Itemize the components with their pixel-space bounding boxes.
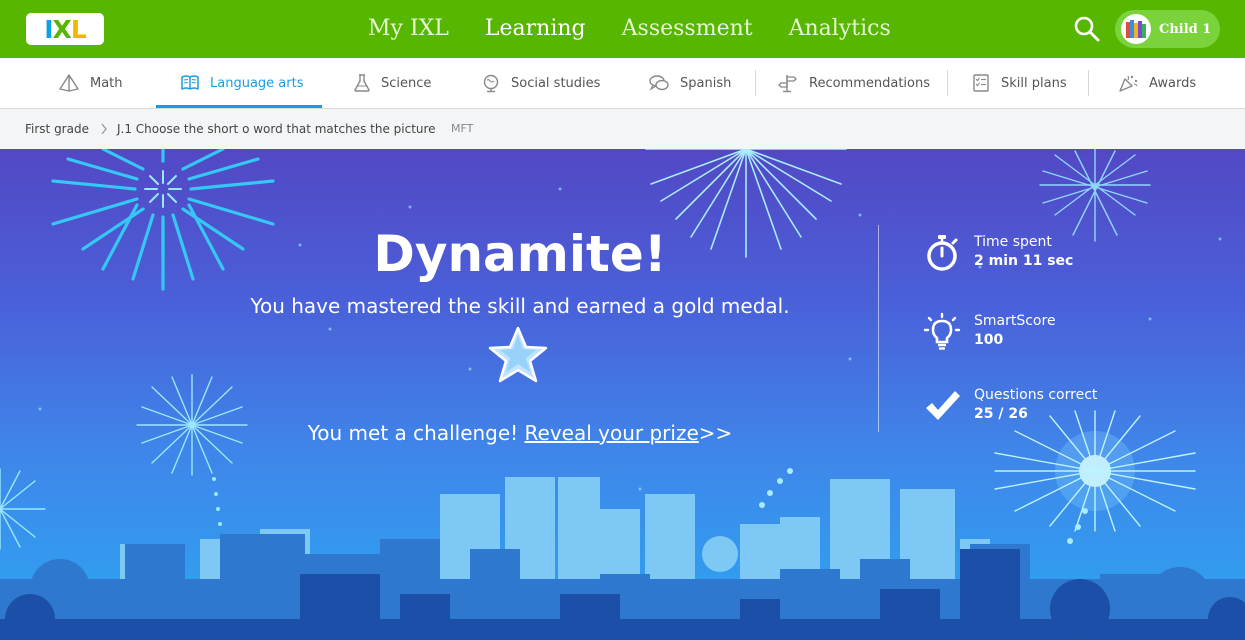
stat-text: Time spent 2 min 11 sec xyxy=(974,233,1073,271)
checklist-icon xyxy=(973,74,989,92)
book-icon xyxy=(181,75,199,90)
speech-bubbles-icon xyxy=(649,75,669,91)
stat-text: SmartScore 100 xyxy=(974,312,1056,350)
stat-label: SmartScore xyxy=(974,313,1056,329)
stat-label: Time spent xyxy=(974,234,1052,250)
stopwatch-icon xyxy=(927,235,958,271)
stat-value: 2 min 11 sec xyxy=(974,253,1074,269)
nav-assessment[interactable]: Assessment xyxy=(604,0,771,58)
subject-tab-science[interactable]: Science xyxy=(353,58,431,108)
star-medal-icon xyxy=(488,326,548,383)
globe-icon xyxy=(483,74,499,93)
subject-tab-spanish[interactable]: Spanish xyxy=(648,58,731,108)
challenge-text: You met a challenge! xyxy=(307,421,519,445)
stats-divider xyxy=(878,225,879,432)
main-nav: My IXL Learning Assessment Analytics xyxy=(350,0,909,58)
reveal-prize-link[interactable]: Reveal your prize xyxy=(525,421,699,445)
search-button[interactable] xyxy=(1072,14,1102,44)
subject-label: Spanish xyxy=(680,75,732,91)
challenge-line: You met a challenge! Reveal your prize>> xyxy=(250,421,790,445)
top-navigation-bar: IXL My IXL Learning Assessment Analytics… xyxy=(0,0,1245,58)
stat-label: Questions correct xyxy=(974,387,1098,403)
magnifier-icon xyxy=(1074,16,1100,42)
nav-analytics[interactable]: Analytics xyxy=(771,0,909,58)
celebration-panel: Dynamite! You have mastered the skill an… xyxy=(0,149,1245,640)
subject-label: Language arts xyxy=(210,75,304,91)
flask-icon xyxy=(354,74,370,92)
skill-code: MFT xyxy=(451,122,474,135)
celebration-headline: Dynamite! xyxy=(373,225,667,283)
stat-text: Questions correct 25 / 26 xyxy=(974,386,1097,424)
subject-tab-skill-plans[interactable]: Skill plans xyxy=(971,58,1067,108)
checkmark-icon xyxy=(926,391,960,420)
user-name: Child 1 xyxy=(1159,21,1212,37)
subject-label: Recommendations xyxy=(809,75,931,91)
mastery-message: You have mastered the skill and earned a… xyxy=(250,294,790,318)
subject-label: Math xyxy=(90,75,123,91)
chevron-right-icon xyxy=(101,123,107,135)
user-menu-button[interactable]: Child 1 xyxy=(1115,10,1220,48)
nav-learning[interactable]: Learning xyxy=(467,0,604,58)
pyramid-icon xyxy=(59,74,79,92)
subject-tab-language-arts[interactable]: Language arts xyxy=(180,58,303,108)
subject-tab-social-studies[interactable]: Social studies xyxy=(481,58,600,108)
signpost-icon xyxy=(778,75,797,93)
books-avatar-icon xyxy=(1121,14,1151,44)
lightbulb-icon xyxy=(923,312,961,350)
breadcrumb-skill: J.1 Choose the short o word that matches… xyxy=(117,122,436,136)
subject-label: Social studies xyxy=(511,75,601,91)
subject-tab-awards[interactable]: Awards xyxy=(1117,58,1196,108)
subject-label: Science xyxy=(381,75,432,91)
nav-my-ixl[interactable]: My IXL xyxy=(350,0,467,58)
logo-text: IXL xyxy=(44,14,87,44)
ixl-logo[interactable]: IXL xyxy=(26,13,104,45)
stat-questions-correct: Questions correct 25 / 26 xyxy=(922,386,1097,426)
subject-label: Awards xyxy=(1149,75,1197,91)
subject-tab-recommendations[interactable]: Recommendations xyxy=(777,58,930,108)
subject-divider xyxy=(1088,70,1089,96)
subject-divider xyxy=(755,70,756,96)
stat-value: 100 xyxy=(974,332,1004,348)
stat-value: 25 / 26 xyxy=(974,406,1028,422)
subject-tab-math[interactable]: Math xyxy=(58,58,123,108)
stat-time-spent: Time spent 2 min 11 sec xyxy=(922,233,1073,273)
confetti-icon xyxy=(1119,75,1138,92)
subject-label: Skill plans xyxy=(1001,75,1067,91)
reveal-arrows: >> xyxy=(698,421,733,445)
active-tab-indicator xyxy=(156,105,322,108)
breadcrumb-grade[interactable]: First grade xyxy=(25,109,89,149)
stat-smartscore: SmartScore 100 xyxy=(922,312,1056,352)
subject-divider xyxy=(947,70,948,96)
